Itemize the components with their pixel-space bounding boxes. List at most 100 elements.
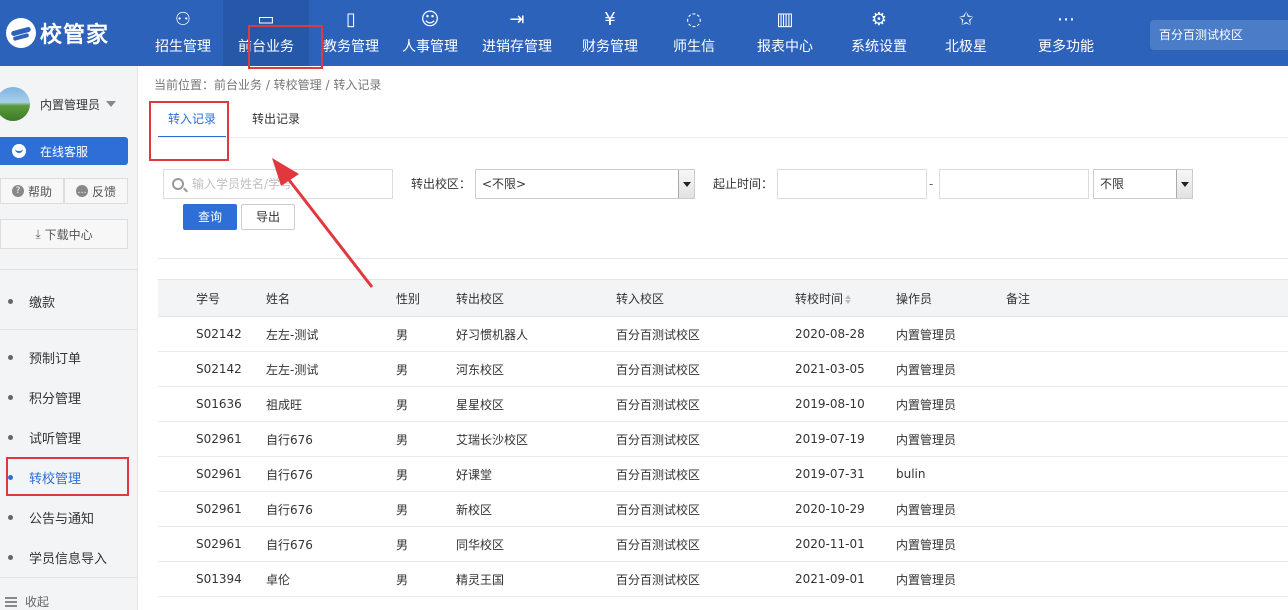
dropdown-arrow-icon[interactable] <box>1176 170 1192 198</box>
table-cell: 自行676 <box>266 432 313 447</box>
table-cell: 百分百测试校区 <box>616 362 701 377</box>
from-campus-label: 转出校区： <box>411 177 472 191</box>
nav-item-label: 教务管理 <box>323 39 379 55</box>
breadcrumb: 当前位置：前台业务 / 转校管理 / 转入记录 <box>154 78 382 92</box>
sidebar-item-6[interactable]: 学员信息导入 <box>0 539 138 575</box>
sidebar-item-label: 学员信息导入 <box>29 551 108 567</box>
online-service-button[interactable]: 在线客服 <box>0 137 128 165</box>
table-row[interactable]: S02961 自行676 男 好课堂 百分百测试校区 2019-07-31 bulin <box>158 457 1288 492</box>
table-cell: 百分百测试校区 <box>616 467 701 482</box>
export-button[interactable]: 导出 <box>241 204 295 230</box>
date-separator: - <box>929 177 934 191</box>
table-cell: 左左-测试 <box>266 362 319 377</box>
nav-item-6[interactable]: ◌ 师生信 <box>653 0 735 66</box>
sidebar-item-label: 转校管理 <box>29 471 82 487</box>
table-cell: 2019-07-19 <box>795 432 865 446</box>
query-button[interactable]: 查询 <box>183 204 237 230</box>
online-service-label: 在线客服 <box>40 144 89 159</box>
table-cell: 2019-08-10 <box>795 397 865 411</box>
nav-item-label: 前台业务 <box>238 39 294 55</box>
table-cell: 男 <box>396 397 409 412</box>
star-icon: ✩ <box>958 8 974 30</box>
download-center-button[interactable]: ⤓ 下载中心 <box>0 219 128 249</box>
sidebar-item-3[interactable]: 试听管理 <box>0 419 138 455</box>
table-cell: S02142 <box>196 327 242 341</box>
table-row[interactable]: S02961 自行676 男 同华校区 百分百测试校区 2020-11-01 内置管理员 <box>158 527 1288 562</box>
nav-item-10[interactable]: ⋯ 更多功能 <box>1009 0 1123 66</box>
help-button[interactable]: ? 帮助 <box>0 178 64 204</box>
feedback-button[interactable]: … 反馈 <box>64 178 128 204</box>
table-cell: 同华校区 <box>456 537 505 552</box>
user-menu[interactable]: 内置管理员 <box>0 84 138 124</box>
table-cell: 2020-10-29 <box>795 502 865 516</box>
table-cell: S02961 <box>196 467 242 481</box>
table-cell: 新校区 <box>456 502 493 517</box>
main-nav: ⚇ 招生管理 ▭ 前台业务 ▯ 教务管理 ☺ 人事管理 ⇥ 进销存管理 ¥ 财务管理 ◌ 师生信 ▥ 报表中心… <box>143 0 1123 66</box>
table-cell: 2020-08-28 <box>795 327 865 341</box>
student-search-field[interactable] <box>192 177 382 191</box>
finance-icon: ¥ <box>604 8 616 30</box>
table-cell: 星星校区 <box>456 397 505 412</box>
sidebar-item-0[interactable]: 缴款 <box>0 283 138 319</box>
app-logo[interactable]: 校管家 <box>0 0 137 66</box>
date-range-select[interactable]: 不限 <box>1093 169 1193 199</box>
start-date-input[interactable] <box>777 169 927 199</box>
student-search-input[interactable] <box>163 169 393 199</box>
bullet-icon <box>8 394 13 400</box>
report-icon: ▥ <box>776 8 794 30</box>
sidebar-item-4[interactable]: 转校管理 <box>0 459 138 495</box>
nav-item-1[interactable]: ▭ 前台业务 <box>223 0 309 66</box>
tab-0[interactable]: 转入记录 <box>158 104 227 138</box>
tab-underline <box>158 137 1288 138</box>
column-header-label: 转校时间 <box>795 291 844 306</box>
table-row[interactable]: S02142 左左-测试 男 河东校区 百分百测试校区 2021-03-05 内置管理员 <box>158 352 1288 387</box>
table-cell: S01636 <box>196 397 242 411</box>
feedback-label: 反馈 <box>91 184 116 199</box>
sidebar-item-5[interactable]: 公告与通知 <box>0 499 138 535</box>
table-cell: S02961 <box>196 537 242 551</box>
table-row[interactable]: S01636 祖成旺 男 星星校区 百分百测试校区 2019-08-10 内置管理员 <box>158 387 1288 422</box>
collapse-sidebar-button[interactable]: 收起 <box>5 593 49 610</box>
sidebar-divider <box>0 329 138 330</box>
search-icon <box>172 178 184 190</box>
dropdown-arrow-icon[interactable] <box>678 170 694 198</box>
nav-item-2[interactable]: ▯ 教务管理 <box>309 0 393 66</box>
column-header-label: 转入校区 <box>616 291 665 306</box>
sidebar-item-2[interactable]: 积分管理 <box>0 379 138 415</box>
table-cell: 男 <box>396 362 409 377</box>
table-cell: S01394 <box>196 572 242 586</box>
table-cell: 左左-测试 <box>266 327 319 342</box>
column-header[interactable]: 转校时间 <box>795 290 852 307</box>
date-range-value: 不限 <box>1100 177 1125 191</box>
from-campus-select[interactable]: <不限> <box>475 169 695 199</box>
table-row[interactable]: S02961 自行676 男 新校区 百分百测试校区 2020-10-29 内置管理员 <box>158 492 1288 527</box>
nav-item-8[interactable]: ⚙ 系统设置 <box>835 0 923 66</box>
sort-icon[interactable] <box>845 294 852 304</box>
column-header: 操作员 <box>896 290 932 307</box>
campus-selector[interactable]: 百分百测试校区 <box>1150 20 1288 50</box>
column-header-label: 转出校区 <box>456 291 505 306</box>
sidebar-item-1[interactable]: 预制订单 <box>0 339 138 375</box>
tab-1[interactable]: 转出记录 <box>242 104 310 138</box>
end-date-input[interactable] <box>939 169 1089 199</box>
table-cell: 男 <box>396 502 409 517</box>
nav-item-5[interactable]: ¥ 财务管理 <box>567 0 653 66</box>
user-name: 内置管理员 <box>40 97 101 112</box>
table-cell: 内置管理员 <box>896 537 957 552</box>
table-cell: 男 <box>396 572 409 587</box>
nav-item-9[interactable]: ✩ 北极星 <box>923 0 1009 66</box>
nav-item-7[interactable]: ▥ 报表中心 <box>735 0 835 66</box>
nav-item-label: 北极星 <box>945 39 987 55</box>
table-row[interactable]: S01394 卓伦 男 精灵王国 百分百测试校区 2021-09-01 内置管理员 <box>158 562 1288 597</box>
nav-item-4[interactable]: ⇥ 进销存管理 <box>467 0 567 66</box>
sidebar-item-label: 公告与通知 <box>29 511 95 527</box>
column-header-label: 备注 <box>1006 291 1031 306</box>
table-cell: 内置管理员 <box>896 327 957 342</box>
question-icon: ? <box>11 185 24 197</box>
table-row[interactable]: S02142 左左-测试 男 好习惯机器人 百分百测试校区 2020-08-28 内置管理员 <box>158 317 1288 352</box>
book-icon: ▯ <box>346 8 356 30</box>
table-row[interactable]: S02961 自行676 男 艾瑞长沙校区 百分百测试校区 2019-07-19 内置管理员 <box>158 422 1288 457</box>
nav-item-0[interactable]: ⚇ 招生管理 <box>143 0 223 66</box>
nav-item-3[interactable]: ☺ 人事管理 <box>393 0 467 66</box>
table-cell: 精灵王国 <box>456 572 505 587</box>
